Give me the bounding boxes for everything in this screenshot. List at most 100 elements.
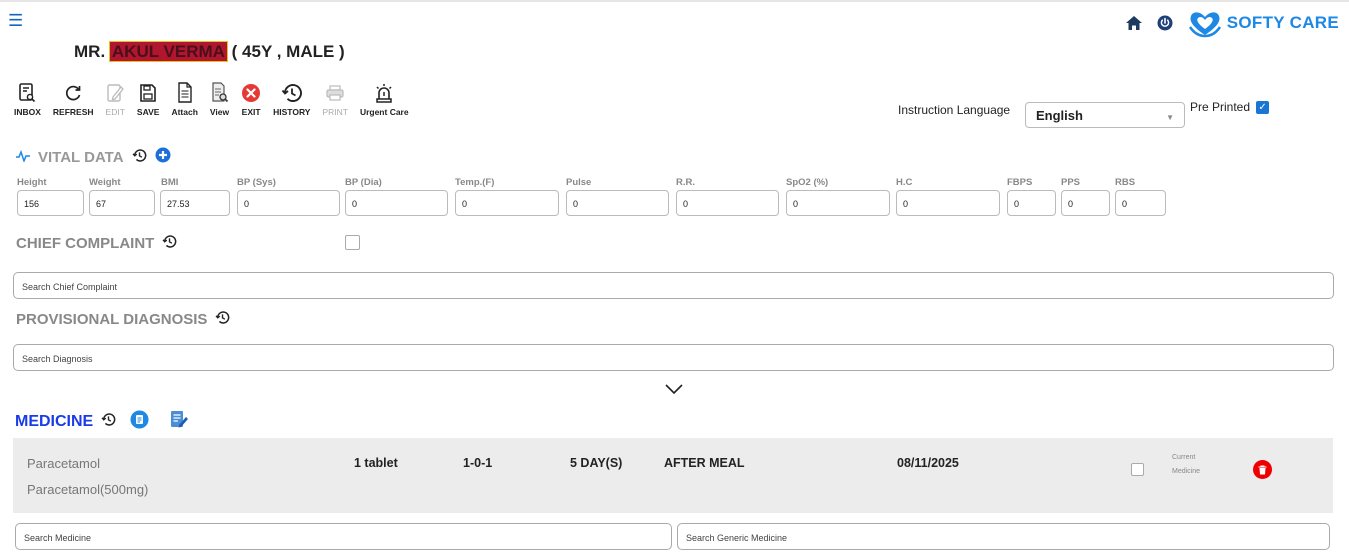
spo2-input[interactable]: 0 <box>786 190 890 216</box>
patient-name: AKUL VERMA <box>109 42 227 61</box>
edit-icon <box>107 84 125 102</box>
vital-data-header: VITAL DATA <box>16 147 171 167</box>
instruction-language-select[interactable]: English ▼ <box>1025 102 1185 128</box>
diagnosis-history-icon[interactable] <box>215 310 230 329</box>
medicine-frequency: 1-0-1 <box>463 456 493 470</box>
save-button[interactable]: SAVE <box>136 82 160 117</box>
urgent-care-button[interactable]: Urgent Care <box>360 82 409 117</box>
diagnosis-title: PROVISIONAL DIAGNOSIS <box>16 311 208 328</box>
delete-medicine-button[interactable] <box>1253 460 1272 479</box>
attach-button[interactable]: Attach <box>171 82 198 117</box>
edit-button[interactable]: EDIT <box>106 82 125 117</box>
chevron-down-icon: ▼ <box>1166 113 1174 122</box>
exit-button[interactable]: EXIT <box>241 82 261 117</box>
generic-medicine-search-input[interactable]: Search Generic Medicine <box>677 523 1330 550</box>
instruction-language-label: Instruction Language <box>898 103 1011 117</box>
history-icon <box>281 84 302 102</box>
fbps-label: FBPS <box>1007 177 1033 188</box>
height-label: Height <box>17 177 47 188</box>
attach-document-icon <box>177 82 192 103</box>
pps-input[interactable]: 0 <box>1061 190 1110 216</box>
power-icon[interactable] <box>1157 15 1173 31</box>
pre-printed-checkbox[interactable]: ✓ <box>1256 100 1270 114</box>
current-medicine-label: Current Medicine <box>1172 454 1201 475</box>
menu-icon[interactable]: ☰ <box>8 12 23 29</box>
patient-title: MR. <box>74 42 106 61</box>
print-icon <box>326 85 344 101</box>
history-label: HISTORY <box>273 107 311 117</box>
bmi-label: BMI <box>161 177 179 188</box>
chief-complaint-title: CHIEF COMPLAINT <box>16 235 155 252</box>
weight-input[interactable]: 67 <box>89 190 155 216</box>
chief-complaint-history-icon[interactable] <box>162 234 177 253</box>
hc-input[interactable]: 0 <box>896 190 1000 216</box>
save-label: SAVE <box>136 107 160 117</box>
brand-name: SOFTY CARE <box>1226 13 1339 32</box>
medicine-duration: 5 DAY(S) <box>570 456 623 470</box>
refresh-icon <box>66 85 81 101</box>
edit-label: EDIT <box>105 107 125 117</box>
view-button[interactable]: View <box>210 82 229 117</box>
chief-complaint-search-input[interactable]: Search Chief Complaint <box>13 272 1334 299</box>
rr-label: R.R. <box>676 177 695 188</box>
diagnosis-search-input[interactable]: Search Diagnosis <box>13 344 1334 371</box>
current-medicine-checkbox[interactable] <box>1131 463 1144 476</box>
temp-input[interactable]: 0 <box>455 190 559 216</box>
chief-complaint-header: CHIEF COMPLAINT <box>16 234 177 253</box>
history-button[interactable]: HISTORY <box>273 82 310 117</box>
exit-icon <box>242 84 261 102</box>
save-icon <box>140 84 156 102</box>
refresh-button[interactable]: REFRESH <box>53 82 94 117</box>
pulse-icon <box>16 149 30 165</box>
diagnosis-header: PROVISIONAL DIAGNOSIS <box>16 310 230 329</box>
print-label: PRINT <box>322 107 348 117</box>
toolbar: INBOX REFRESH EDIT SAVE Attach View EXIT <box>14 82 421 117</box>
inbox-label: INBOX <box>14 107 41 117</box>
medicine-date: 08/11/2025 <box>897 456 959 470</box>
medicine-name: Paracetamol <box>27 456 100 471</box>
medicine-history-icon[interactable] <box>101 412 116 432</box>
refresh-label: REFRESH <box>52 107 94 117</box>
pulse-label: Pulse <box>566 177 592 188</box>
medicine-row: Paracetamol Paracetamol(500mg) 1 tablet … <box>13 438 1333 513</box>
rbs-input[interactable]: 0 <box>1115 190 1166 216</box>
medicine-timing: AFTER MEAL <box>664 456 745 470</box>
height-input[interactable]: 156 <box>17 190 84 216</box>
vital-data-title: VITAL DATA <box>38 148 124 166</box>
inbox-button[interactable]: INBOX <box>14 82 41 117</box>
attach-label: Attach <box>171 107 198 117</box>
add-vital-icon[interactable] <box>155 147 171 167</box>
pulse-input[interactable]: 0 <box>566 190 669 216</box>
rbs-label: RBS <box>1115 177 1136 188</box>
heart-hands-icon <box>1188 12 1221 38</box>
medicine-template-icon[interactable] <box>169 410 189 434</box>
medicine-list-icon[interactable] <box>130 410 149 434</box>
trash-icon <box>1258 465 1267 474</box>
exit-label: EXIT <box>241 107 261 117</box>
medicine-dose: 1 tablet <box>354 456 398 470</box>
view-document-icon <box>211 82 228 103</box>
expand-chevron-icon[interactable] <box>664 382 684 400</box>
bmi-input[interactable]: 27.53 <box>160 190 230 216</box>
spo2-label: SpO2 (%) <box>786 177 829 188</box>
bp-sys-input[interactable]: 0 <box>237 190 340 216</box>
home-icon[interactable] <box>1125 15 1143 31</box>
temp-label: Temp.(F) <box>455 177 495 188</box>
print-button[interactable]: PRINT <box>322 82 348 117</box>
brand-logo: SOFTY CARE <box>1187 8 1339 38</box>
weight-label: Weight <box>89 177 121 188</box>
patient-details: ( 45Y , MALE ) <box>231 42 345 61</box>
fbps-input[interactable]: 0 <box>1007 190 1056 216</box>
rr-input[interactable]: 0 <box>676 190 779 216</box>
medicine-search-input[interactable]: Search Medicine <box>15 523 672 550</box>
chief-complaint-checkbox[interactable] <box>345 235 360 250</box>
pre-printed-label: Pre Printed <box>1190 100 1251 114</box>
bp-dia-label: BP (Dia) <box>345 177 382 188</box>
medicine-generic-name: Paracetamol(500mg) <box>27 482 149 497</box>
inbox-icon <box>19 83 36 103</box>
instruction-language-value: English <box>1036 108 1083 123</box>
bp-dia-input[interactable]: 0 <box>345 190 448 216</box>
vital-history-icon[interactable] <box>132 148 147 167</box>
bp-sys-label: BP (Sys) <box>237 177 276 188</box>
pps-label: PPS <box>1061 177 1081 188</box>
